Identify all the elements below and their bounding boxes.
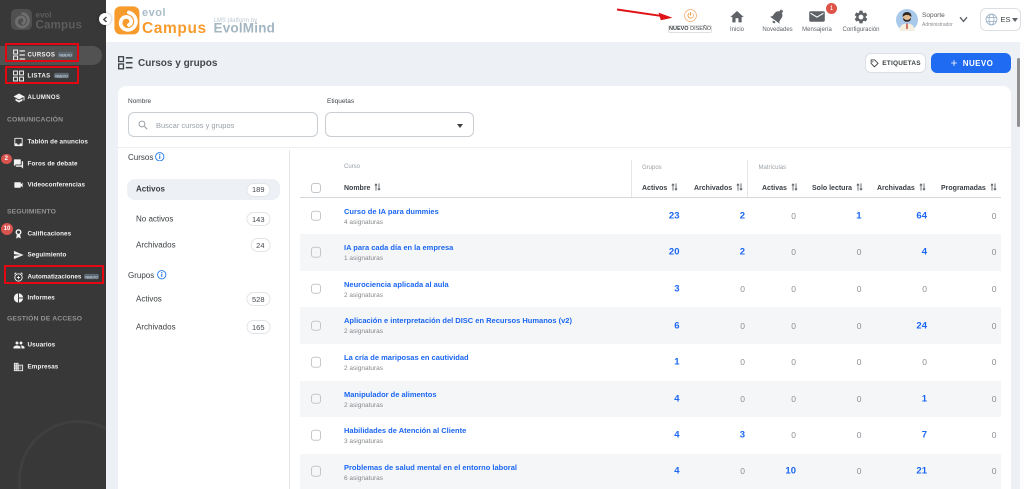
svg-text:Campus: Campus [142,20,207,37]
svg-text:Campus: Campus [36,20,83,32]
svg-text:EvolMind: EvolMind [214,21,276,36]
svg-text:evol: evol [36,11,52,20]
svg-text:evol: evol [142,7,166,19]
